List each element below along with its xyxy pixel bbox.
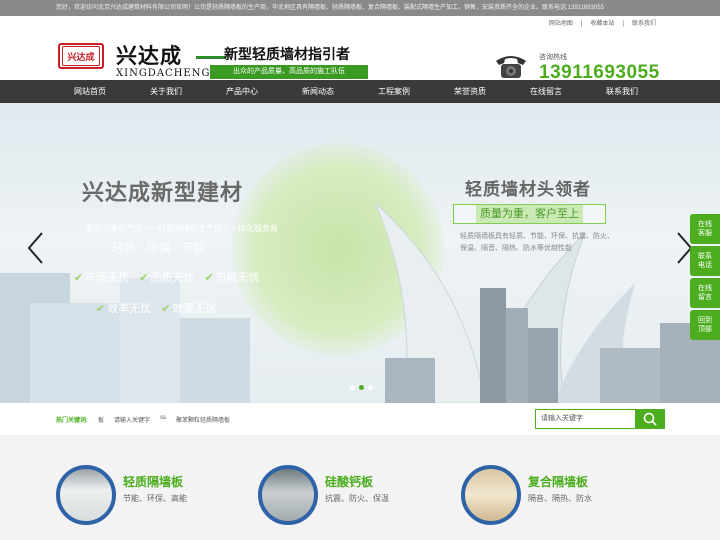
side-phone[interactable]: 联系 电话 bbox=[690, 246, 720, 276]
product-name[interactable]: 轻质隔墙板 bbox=[123, 473, 183, 490]
side-label: 客服 bbox=[698, 230, 712, 237]
search-bar: 热门关键词: 板 请输入关键字 ss 聚苯颗粒轻质隔墙板 请输入关键字 bbox=[0, 403, 720, 435]
divider: | bbox=[622, 21, 624, 27]
check-icon: ✔ bbox=[204, 271, 214, 284]
nav-products[interactable]: 产品中心 bbox=[204, 80, 280, 103]
hot-keywords-label: 热门关键词: bbox=[56, 418, 88, 424]
divider: | bbox=[580, 21, 583, 27]
banner-subtitle: 装配式建筑产品——轻质隔墙板生产施工一体化服务商 bbox=[86, 224, 278, 233]
bookmark-link[interactable]: 收藏本站 bbox=[590, 21, 614, 27]
banner-right-desc: 轻质隔墙板具有轻质、节能、环保、抗震、防火、保温、隔音、隔热、防水等优越性能 bbox=[460, 233, 614, 252]
top-links: 网站地图 | 收藏本站 | 联系我们 bbox=[545, 18, 660, 27]
hotline-label: 咨询热线 bbox=[539, 54, 567, 61]
slider-dot[interactable] bbox=[350, 385, 355, 390]
check-icon: ✔ bbox=[96, 302, 106, 315]
side-label: 电话 bbox=[698, 262, 712, 269]
nav-news[interactable]: 新闻动态 bbox=[280, 80, 356, 103]
side-back-to-top[interactable]: 回到 顶部 bbox=[690, 310, 720, 340]
building-shape bbox=[528, 328, 558, 403]
product-desc: 隔音、隔热、防水 bbox=[528, 494, 592, 503]
feature-text: 品质无忧 bbox=[150, 272, 195, 284]
product-desc: 抗震、防火、保温 bbox=[325, 494, 389, 503]
banner-tagline: 轻质 · 环保 · 节能 bbox=[112, 241, 206, 255]
product-name[interactable]: 硅酸钙板 bbox=[325, 473, 373, 490]
product-section: 轻质隔墙板 节能、环保、高能 硅酸钙板 抗震、防火、保温 复合隔墙板 隔音、隔热… bbox=[0, 435, 720, 540]
product-image[interactable] bbox=[258, 465, 318, 525]
search-input[interactable]: 请输入关键字 bbox=[535, 409, 636, 429]
side-label: 顶部 bbox=[698, 326, 712, 333]
check-icon: ✔ bbox=[74, 271, 84, 284]
nav-about[interactable]: 关于我们 bbox=[128, 80, 204, 103]
side-label: 在线 bbox=[698, 285, 712, 292]
hot-keywords: 热门关键词: 板 请输入关键字 ss 聚苯颗粒轻质隔墙板 bbox=[56, 415, 230, 424]
slider-dot-active[interactable] bbox=[359, 385, 364, 390]
product-name[interactable]: 复合隔墙板 bbox=[528, 473, 588, 490]
slogan-sub: 出众的产品质量、高品质的施工队伍 bbox=[210, 65, 368, 79]
banner-right-box: 质量为重，客户至上 bbox=[453, 204, 606, 224]
slogan-accent bbox=[196, 56, 226, 59]
product-image[interactable] bbox=[461, 465, 521, 525]
keyword-link[interactable]: 请输入关键字 bbox=[114, 415, 150, 424]
building-shape bbox=[600, 348, 660, 403]
banner-right-title: 轻质墙材头领者 bbox=[465, 180, 591, 199]
slogan-main: 新型轻质墙材指引者 bbox=[224, 46, 350, 62]
nav-message[interactable]: 在线留言 bbox=[508, 80, 584, 103]
logo[interactable]: 兴达成 bbox=[58, 43, 104, 69]
site-header: 网站地图 | 收藏本站 | 联系我们 兴达成 兴达成 XINGDACHENG 新型轻质墙… bbox=[0, 16, 720, 83]
side-label: 回到 bbox=[698, 317, 712, 324]
brand-name-en: XINGDACHENG bbox=[116, 68, 211, 79]
banner-features-2: ✔ 效率无忧 ✔ 效果无忧 bbox=[96, 300, 216, 316]
check-icon: ✔ bbox=[139, 271, 149, 284]
hero-banner: 兴达成新型建材 装配式建筑产品——轻质隔墙板生产施工一体化服务商 轻质 · 环保… bbox=[0, 103, 720, 403]
building-shape bbox=[180, 318, 250, 403]
nav-home[interactable]: 网站首页 bbox=[52, 80, 128, 103]
prev-arrow-icon[interactable] bbox=[26, 231, 44, 265]
telephone-icon bbox=[496, 56, 526, 78]
side-label: 留言 bbox=[698, 294, 712, 301]
logo-mark: 兴达成 bbox=[62, 46, 100, 66]
slider-dot[interactable] bbox=[368, 385, 373, 390]
keyword-link[interactable]: 聚苯颗粒轻质隔墙板 bbox=[176, 415, 230, 424]
sitemap-link[interactable]: 网站地图 bbox=[549, 21, 573, 27]
brand-name: 兴达成 bbox=[116, 44, 182, 68]
side-label: 联系 bbox=[698, 253, 712, 260]
building-shape bbox=[385, 358, 435, 403]
feature-text: 牢固无忧 bbox=[85, 272, 130, 284]
slider-dots bbox=[350, 385, 373, 390]
product-image[interactable] bbox=[56, 465, 116, 525]
keyword-link[interactable]: ss bbox=[160, 415, 166, 424]
keyword-link[interactable]: 板 bbox=[98, 415, 104, 424]
contact-link[interactable]: 联系我们 bbox=[632, 21, 656, 27]
feature-text: 效果无忧 bbox=[172, 303, 217, 315]
check-icon: ✔ bbox=[161, 302, 171, 315]
top-welcome-bar: 您好，欢迎访问北京兴达成建筑材料有限公司官网！公司是轻质隔墙板的生产商，华北地区… bbox=[0, 0, 720, 16]
building-shape bbox=[506, 308, 528, 403]
nav-contact[interactable]: 联系我们 bbox=[584, 80, 660, 103]
feature-text: 效率无忧 bbox=[107, 303, 152, 315]
banner-right-box-text: 质量为重，客户至上 bbox=[476, 205, 583, 223]
side-label: 在线 bbox=[698, 221, 712, 228]
feature-text: 节能无忧 bbox=[215, 272, 260, 284]
banner-title: 兴达成新型建材 bbox=[82, 180, 244, 205]
search-icon bbox=[643, 412, 657, 426]
banner-features-1: ✔ 牢固无忧 ✔ 品质无忧 ✔ 节能无忧 bbox=[74, 269, 260, 285]
building-shape bbox=[120, 278, 180, 403]
side-online-service[interactable]: 在线 客服 bbox=[690, 214, 720, 244]
search-button[interactable] bbox=[636, 409, 665, 429]
product-desc: 节能、环保、高能 bbox=[123, 494, 187, 503]
building-shape bbox=[480, 288, 506, 403]
side-message[interactable]: 在线 留言 bbox=[690, 278, 720, 308]
main-nav: 网站首页 关于我们 产品中心 新闻动态 工程案例 荣誉资质 在线留言 联系我们 bbox=[0, 80, 720, 103]
nav-honors[interactable]: 荣誉资质 bbox=[432, 80, 508, 103]
nav-cases[interactable]: 工程案例 bbox=[356, 80, 432, 103]
